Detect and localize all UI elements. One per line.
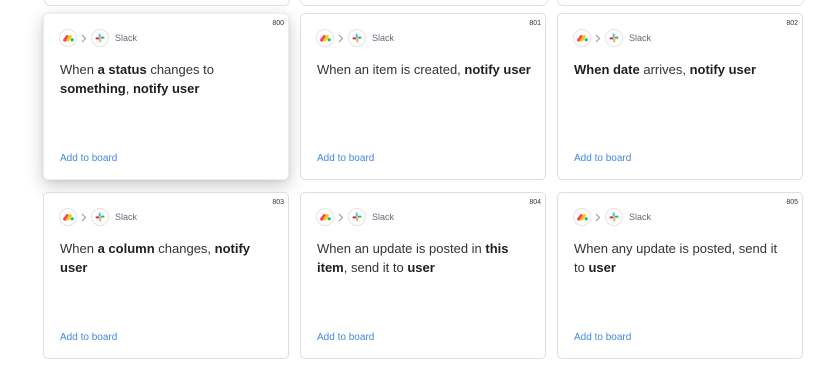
- slack-logo-icon: [91, 29, 109, 47]
- app-name: Slack: [115, 33, 138, 43]
- app-connection: Slack: [59, 29, 137, 47]
- monday-logo-icon: [316, 208, 334, 226]
- recipe-number: 802: [786, 20, 798, 27]
- recipe-text: When date arrives, notify user: [574, 62, 757, 77]
- app-name: Slack: [629, 212, 652, 222]
- app-name: Slack: [372, 33, 395, 43]
- recipe-number: 804: [529, 199, 541, 206]
- slack-logo-icon: [348, 208, 366, 226]
- add-to-board-link[interactable]: Add to board: [317, 153, 374, 164]
- app-name: Slack: [115, 212, 138, 222]
- add-to-board-link[interactable]: Add to board: [317, 332, 374, 343]
- app-connection: Slack: [316, 29, 394, 47]
- add-to-board-link[interactable]: Add to board: [60, 153, 117, 164]
- recipe-text: When a column changes, notify user: [60, 241, 251, 275]
- recipe-text: When a status changes to something, noti…: [60, 62, 214, 96]
- recipe-card[interactable]: 802 Slack When date arrives, notify user…: [557, 13, 803, 180]
- recipe-card[interactable]: 804 Slack When an update is posted in th…: [300, 192, 546, 359]
- add-to-board-link[interactable]: Add to board: [60, 332, 117, 343]
- monday-logo-icon: [316, 29, 334, 47]
- monday-logo-icon: [573, 29, 591, 47]
- partial-card-above: [44, 0, 290, 6]
- chevron-right-icon: [338, 213, 344, 222]
- recipe-text: When an update is posted in this item, s…: [317, 241, 509, 275]
- chevron-right-icon: [595, 34, 601, 43]
- recipe-number: 803: [272, 199, 284, 206]
- recipe-text: When any update is posted, send it to us…: [574, 241, 778, 275]
- app-connection: Slack: [59, 208, 137, 226]
- app-name: Slack: [629, 33, 652, 43]
- slack-logo-icon: [91, 208, 109, 226]
- monday-logo-icon: [59, 208, 77, 226]
- slack-logo-icon: [605, 208, 623, 226]
- recipe-text: When an item is created, notify user: [317, 62, 531, 77]
- recipe-card[interactable]: 803 Slack When a column changes, notify …: [43, 192, 289, 359]
- recipe-number: 805: [786, 199, 798, 206]
- slack-logo-icon: [348, 29, 366, 47]
- chevron-right-icon: [81, 213, 87, 222]
- recipe-number: 801: [529, 20, 541, 27]
- partial-card-above: [557, 0, 804, 6]
- slack-logo-icon: [605, 29, 623, 47]
- monday-logo-icon: [59, 29, 77, 47]
- recipe-card[interactable]: 805 Slack When any update is posted, sen…: [557, 192, 803, 359]
- add-to-board-link[interactable]: Add to board: [574, 153, 631, 164]
- chevron-right-icon: [338, 34, 344, 43]
- chevron-right-icon: [81, 34, 87, 43]
- recipe-card[interactable]: 801 Slack When an item is created, notif…: [300, 13, 546, 180]
- app-connection: Slack: [316, 208, 394, 226]
- app-connection: Slack: [573, 208, 651, 226]
- chevron-right-icon: [595, 213, 601, 222]
- app-connection: Slack: [573, 29, 651, 47]
- partial-card-above: [300, 0, 548, 6]
- recipe-number: 800: [272, 20, 284, 27]
- add-to-board-link[interactable]: Add to board: [574, 332, 631, 343]
- recipe-card[interactable]: 800 Slack When a status changes to somet…: [43, 13, 289, 180]
- app-name: Slack: [372, 212, 395, 222]
- monday-logo-icon: [573, 208, 591, 226]
